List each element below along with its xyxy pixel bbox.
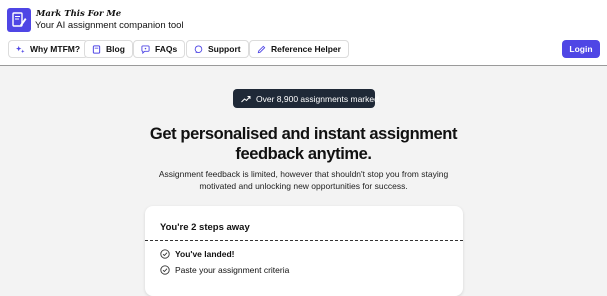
top-header: Mark This For Me Your AI assignment comp…	[0, 0, 607, 66]
check-circle-icon	[160, 249, 170, 259]
nav-label: Support	[208, 44, 241, 54]
nav-why-mtfm[interactable]: Why MTFM?	[8, 40, 89, 58]
nav-label: Reference Helper	[271, 44, 341, 54]
headline-line: Get personalised and instant assignment	[149, 125, 458, 143]
nav-support[interactable]: Support	[186, 40, 249, 58]
nav-blog[interactable]: Blog	[84, 40, 133, 58]
step-item: You've landed!	[160, 248, 234, 260]
step-item: Paste your assignment criteria	[160, 264, 289, 276]
chat-bubble-icon	[194, 44, 203, 54]
nav-faqs[interactable]: FAQs	[133, 40, 186, 58]
headline-line: feedback anytime.	[235, 145, 372, 163]
pencil-icon	[257, 45, 266, 54]
steps-card-title: You're 2 steps away	[160, 222, 250, 233]
mtfm-logo[interactable]	[7, 8, 31, 32]
assignments-marked-badge: Over 8,900 assignments marked	[233, 89, 379, 108]
badge-text: Over 8,900 assignments marked	[256, 93, 379, 104]
hero-headline: Get personalised and instant assignment …	[0, 124, 607, 164]
chat-question-icon	[141, 44, 150, 54]
subtext-line: Assignment feedback is limited, however …	[158, 169, 449, 179]
hero-subtext: Assignment feedback is limited, however …	[0, 169, 607, 192]
subtext-line: motivated and unlocking new opportunitie…	[199, 180, 408, 191]
brand-tagline: Your AI assignment companion tool	[35, 20, 184, 31]
nav-label: Why MTFM?	[30, 44, 81, 54]
book-icon	[92, 44, 101, 54]
step-label: You've landed!	[175, 249, 235, 259]
dashed-divider	[145, 240, 463, 241]
step-label: Paste your assignment criteria	[175, 265, 290, 275]
nav-label: Blog	[106, 44, 125, 54]
nav-label: FAQs	[155, 44, 178, 54]
steps-card: You're 2 steps away You've landed! Paste…	[145, 206, 463, 296]
document-pen-icon	[12, 12, 27, 27]
sparkle-icon	[16, 45, 25, 54]
brand-name: Mark This For Me	[36, 9, 122, 19]
check-circle-icon	[160, 265, 170, 275]
nav-reference-helper[interactable]: Reference Helper	[249, 40, 349, 58]
login-button[interactable]: Login	[562, 40, 600, 58]
trending-up-icon	[241, 95, 251, 103]
